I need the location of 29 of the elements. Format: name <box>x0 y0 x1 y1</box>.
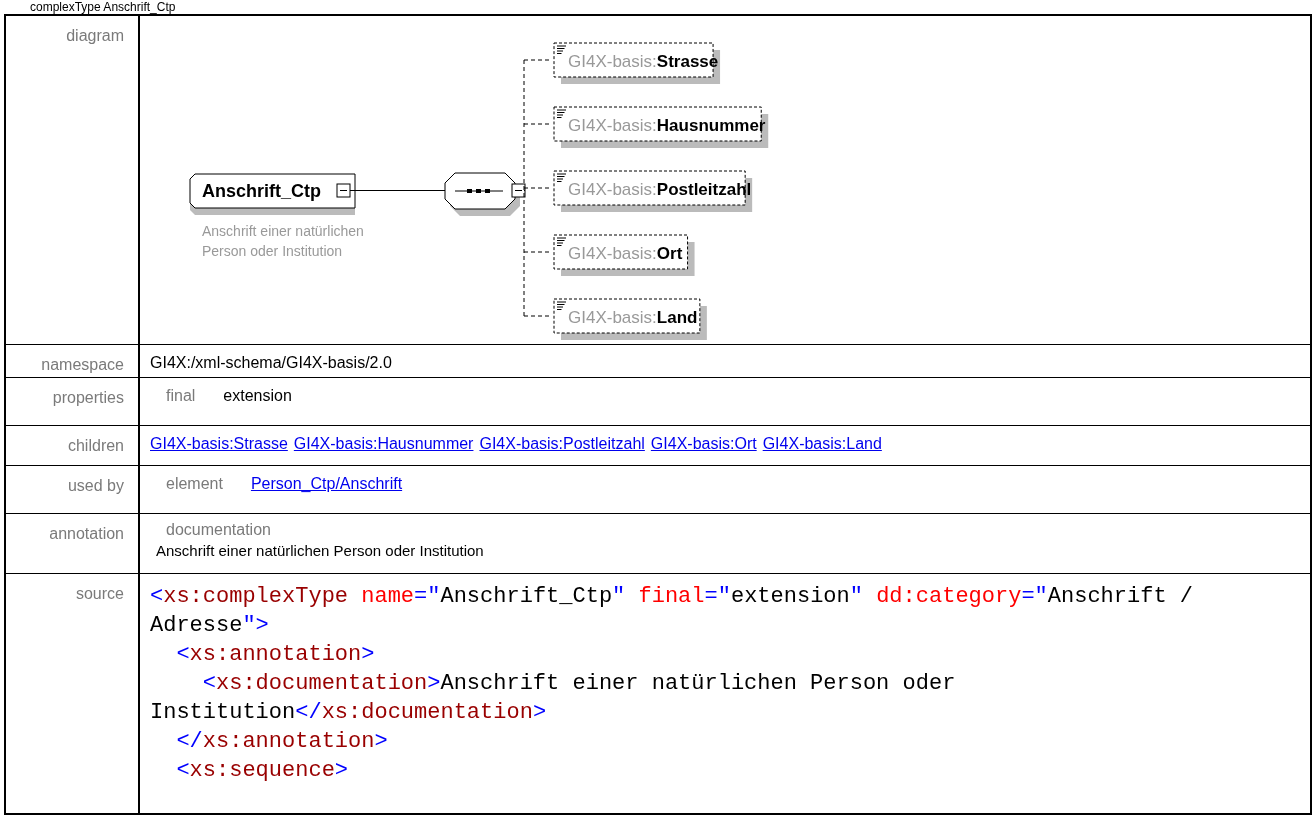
row-label: source <box>75 585 124 602</box>
node-documentation: Anschrift einer natürlichen Person oder Institution <box>202 223 364 259</box>
usage-kind: element <box>166 474 223 494</box>
annotation-text: Anschrift einer natürlichen Person oder Institution <box>155 541 485 561</box>
row-label: diagram <box>66 27 124 44</box>
list-icon <box>556 109 567 118</box>
list-icon <box>556 237 567 246</box>
source-code: <xs:complexType name="Anschrift_Ctp" final="extension" dd:category="Anschrift / Adresse"> <xs:annotation> <xs:documentation>Anschrift einer natürlichen Person oder Institution</xs:documentation> </xs:annotation> <xs:sequence> <box>150 583 1195 785</box>
collapse-icon <box>336 183 351 198</box>
property-name: final <box>166 386 196 406</box>
row-label: used by <box>67 477 124 494</box>
row-label: properties <box>52 389 124 406</box>
row-label: children <box>67 437 124 454</box>
row-label: namespace <box>41 356 124 373</box>
row-label: annotation <box>49 525 124 542</box>
namespace-value: GI4X:/xml-schema/GI4X-basis/2.0 <box>150 354 392 371</box>
child-link[interactable]: GI4X-basis:Postleitzahl <box>479 432 645 456</box>
list-icon <box>556 45 567 54</box>
child-link[interactable]: GI4X-basis:Hausnummer <box>293 432 474 456</box>
child-link[interactable]: GI4X-basis:Land <box>762 432 882 456</box>
list-icon <box>556 173 567 182</box>
child-link[interactable]: GI4X-basis:Ort <box>650 432 757 456</box>
child-link[interactable]: GI4X-basis:Strasse <box>150 432 288 456</box>
collapse-icon <box>511 183 526 198</box>
page-title: complexType Anschrift_Ctp <box>29 0 177 14</box>
list-icon <box>556 301 567 310</box>
usage-link[interactable]: Person_Ctp/Anschrift <box>250 472 403 496</box>
annotation-heading: documentation <box>165 520 272 540</box>
property-value: extension <box>223 386 292 406</box>
